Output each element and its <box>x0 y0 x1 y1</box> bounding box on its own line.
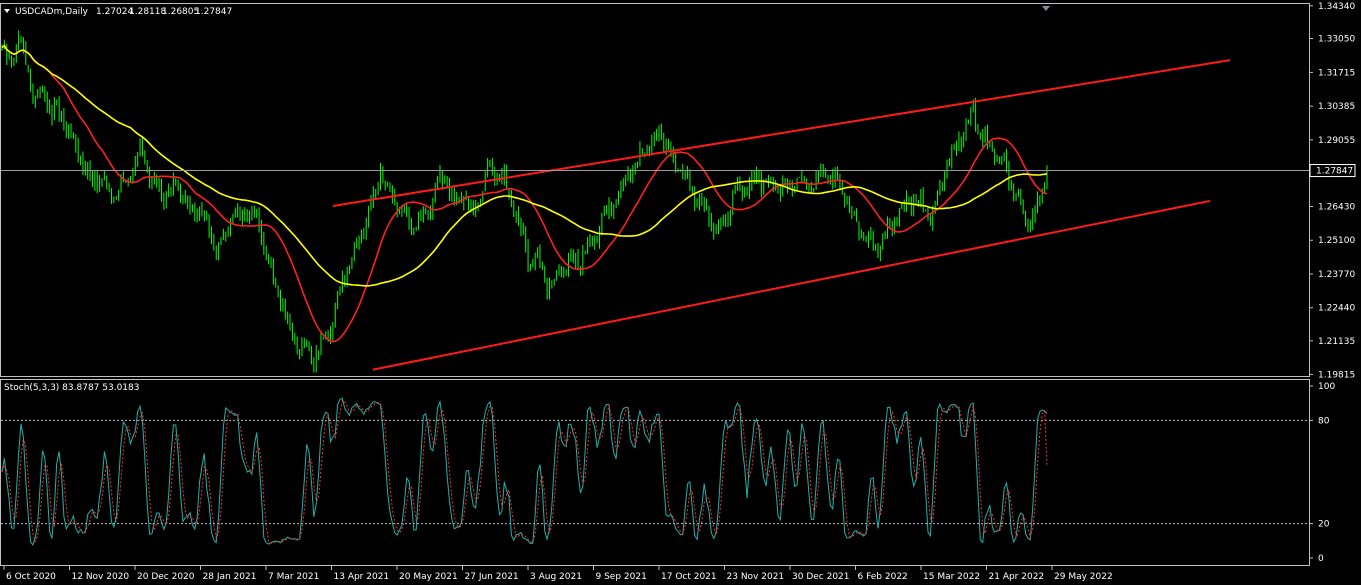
price-tick-label: 1.21135 <box>1318 337 1355 347</box>
date-tick-label: 28 Jan 2021 <box>203 572 257 582</box>
date-tick-label: 6 Oct 2020 <box>6 572 56 582</box>
stochastic-tick-label: 0 <box>1318 554 1324 564</box>
price-tick-label: 1.26430 <box>1318 203 1355 213</box>
price-tick-label: 1.22440 <box>1318 304 1355 314</box>
stochastic-axis: 100 80 20 0 <box>1309 382 1335 564</box>
moving-average-line <box>1 44 1048 287</box>
menu-triangle-icon[interactable] <box>4 9 10 13</box>
symbol-header: USDCADm,Daily <box>15 7 89 17</box>
shift-marker-icon[interactable] <box>1042 6 1050 11</box>
date-tick-label: 15 Mar 2022 <box>923 572 980 582</box>
date-tick-label: 3 Aug 2021 <box>530 572 582 582</box>
date-tick-label: 29 May 2022 <box>1054 572 1113 582</box>
price-tick-label: 1.25100 <box>1318 236 1355 246</box>
date-tick-label: 6 Feb 2022 <box>858 572 908 582</box>
ohlc-close: 1.27847 <box>195 7 232 17</box>
moving-averages-layer <box>1 44 1048 343</box>
date-tick-label: 23 Nov 2021 <box>727 572 785 582</box>
current-price-label: 1.27847 <box>1316 167 1353 177</box>
ohlc-open: 1.27024 <box>96 7 133 17</box>
stochastic-tick-label: 100 <box>1318 382 1335 392</box>
channel-trend-line[interactable] <box>372 199 1211 371</box>
stochastic-signal-line <box>1 399 1048 544</box>
current-price-marker: 1.27847 <box>1 164 1356 178</box>
date-tick-label: 21 Apr 2022 <box>989 572 1045 582</box>
price-tick-label: 1.34340 <box>1318 2 1355 12</box>
stochastic-pane-frame <box>0 379 1310 566</box>
date-tick-label: 12 Nov 2020 <box>72 572 130 582</box>
price-tick-label: 1.23770 <box>1318 270 1355 280</box>
date-tick-label: 9 Sep 2021 <box>596 572 647 582</box>
moving-average-line <box>1 44 1048 343</box>
date-tick-label: 17 Oct 2021 <box>661 572 717 582</box>
ohlc-high: 1.28118 <box>129 7 166 17</box>
stochastic-tick-label: 80 <box>1318 416 1330 426</box>
price-tick-label: 1.29055 <box>1318 136 1355 146</box>
price-pane[interactable]: 1.34340 1.33050 1.31715 1.30385 1.29055 1.264… <box>0 2 1356 381</box>
price-tick-label: 1.31715 <box>1318 68 1355 78</box>
stochastic-tick-label: 20 <box>1318 520 1330 530</box>
date-tick-label: 20 Dec 2020 <box>137 572 195 582</box>
price-tick-label: 1.33050 <box>1318 35 1355 45</box>
date-tick-label: 30 Dec 2021 <box>792 572 850 582</box>
stochastic-header: Stoch(5,3,3) 83.8787 53.0183 <box>4 383 139 393</box>
date-tick-label: 27 Jun 2021 <box>465 572 519 582</box>
date-tick-label: 13 Apr 2021 <box>334 572 390 582</box>
trend-lines-layer[interactable] <box>332 59 1231 371</box>
ohlc-low: 1.26805 <box>162 7 199 17</box>
price-pane-frame <box>0 3 1310 377</box>
price-axis: 1.34340 1.33050 1.31715 1.30385 1.29055 1.264… <box>1309 2 1355 380</box>
candles-layer <box>1 30 1048 373</box>
date-tick-label: 7 Mar 2021 <box>268 572 319 582</box>
time-axis: 6 Oct 2020 12 Nov 2020 20 Dec 2020 28 Jan 2… <box>3 566 1113 582</box>
stochastic-levels <box>1 419 1309 525</box>
price-tick-label: 1.30385 <box>1318 102 1355 112</box>
stochastic-pane[interactable]: 100 80 20 0 Stoch(5,3,3) 83.8787 53.0183 <box>0 379 1336 566</box>
date-tick-label: 20 May 2021 <box>399 572 458 582</box>
price-tick-label: 1.19815 <box>1318 370 1355 380</box>
chart-root: 1.34340 1.33050 1.31715 1.30385 1.29055 1.264… <box>0 2 1356 582</box>
